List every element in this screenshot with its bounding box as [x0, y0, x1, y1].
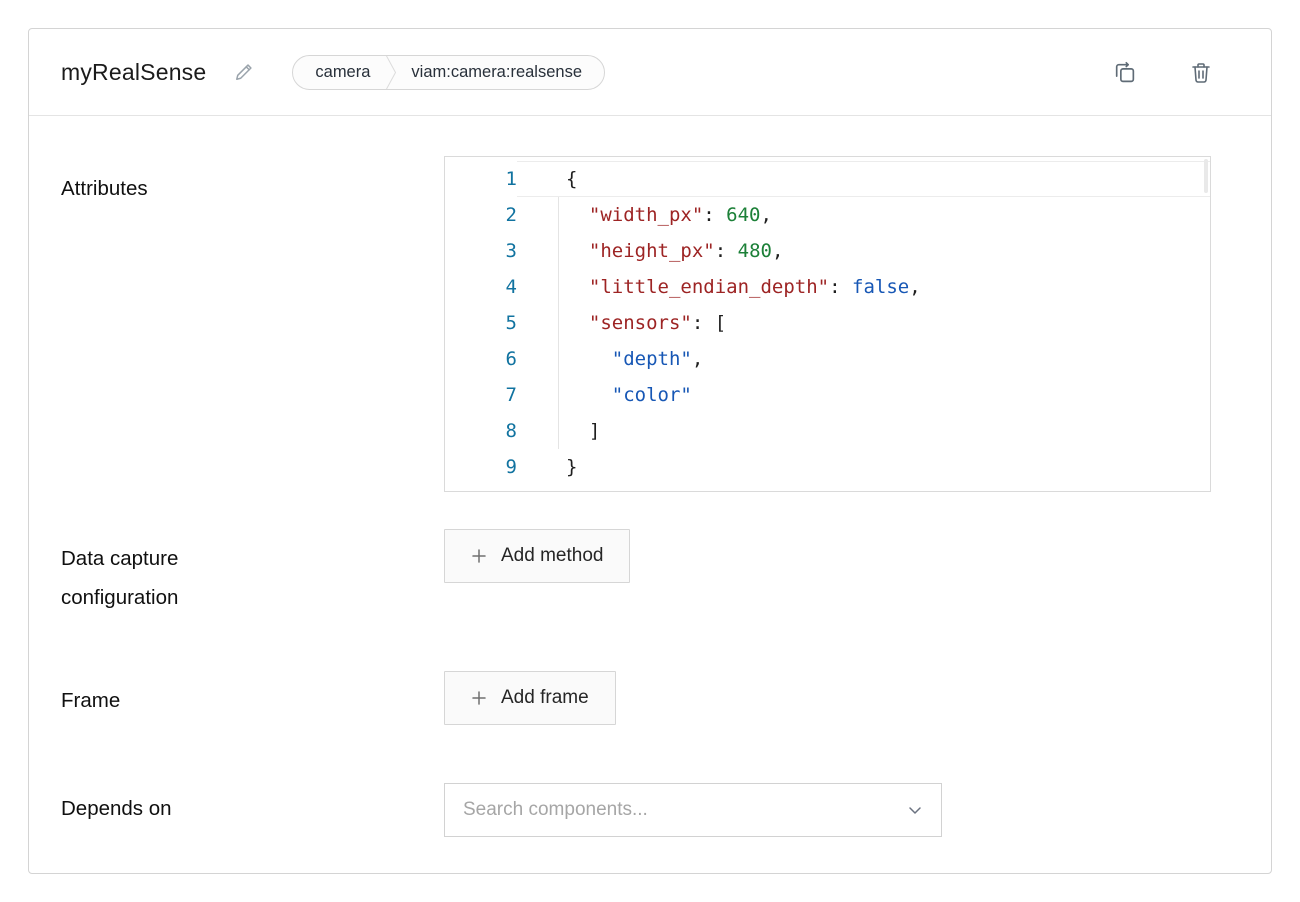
code-line[interactable]: 4 "little_endian_depth": false,: [445, 269, 1210, 305]
chevron-right-icon: [385, 55, 397, 90]
line-number: 3: [445, 233, 517, 269]
depends-on-row: Depends on: [29, 783, 1271, 837]
line-number: 6: [445, 341, 517, 377]
depends-on-label: Depends on: [61, 783, 444, 828]
frame-label: Frame: [61, 671, 444, 720]
data-capture-label: Data capture configuration: [61, 529, 281, 617]
component-type-badge: camera viam:camera:realsense: [292, 55, 605, 90]
component-header: myRealSense camera viam:camera:realsense: [29, 29, 1271, 116]
component-name: myRealSense: [61, 59, 206, 86]
search-components-input[interactable]: [463, 799, 907, 821]
trash-icon: [1189, 60, 1213, 84]
chevron-down-icon: [907, 802, 923, 818]
rename-button[interactable]: [234, 62, 254, 82]
code-line-content: "sensors": [: [517, 305, 1210, 341]
add-method-button[interactable]: Add method: [444, 529, 630, 583]
code-line[interactable]: 9}: [445, 449, 1210, 485]
delete-button[interactable]: [1189, 60, 1213, 84]
pencil-icon: [234, 62, 254, 82]
line-number: 4: [445, 269, 517, 305]
line-number: 8: [445, 413, 517, 449]
code-line[interactable]: 8 ]: [445, 413, 1210, 449]
duplicate-icon: [1112, 60, 1137, 85]
code-lines: 1{2 "width_px": 640,3 "height_px": 480,4…: [445, 161, 1210, 485]
component-type: camera: [293, 63, 385, 82]
component-card: myRealSense camera viam:camera:realsense: [28, 28, 1272, 874]
editor-scrollbar[interactable]: [1204, 159, 1208, 193]
code-line[interactable]: 2 "width_px": 640,: [445, 197, 1210, 233]
code-line-content: "width_px": 640,: [517, 197, 1210, 233]
plus-icon: [471, 548, 487, 564]
code-line[interactable]: 5 "sensors": [: [445, 305, 1210, 341]
frame-row: Frame Add frame: [29, 671, 1271, 725]
add-frame-label: Add frame: [501, 687, 589, 709]
code-line-content: {: [517, 161, 1210, 197]
add-method-label: Add method: [501, 545, 603, 567]
code-line-content: ]: [517, 413, 1210, 449]
line-number: 9: [445, 449, 517, 485]
add-frame-button[interactable]: Add frame: [444, 671, 616, 725]
component-body: Attributes 1{2 "width_px": 640,3 "height…: [29, 156, 1271, 837]
attributes-json-editor[interactable]: 1{2 "width_px": 640,3 "height_px": 480,4…: [444, 156, 1211, 492]
header-actions: [1112, 60, 1213, 85]
line-number: 7: [445, 377, 517, 413]
code-line[interactable]: 6 "depth",: [445, 341, 1210, 377]
plus-icon: [471, 690, 487, 706]
code-line[interactable]: 7 "color": [445, 377, 1210, 413]
attributes-label: Attributes: [61, 156, 444, 208]
code-line-content: "little_endian_depth": false,: [517, 269, 1210, 305]
attributes-row: Attributes 1{2 "width_px": 640,3 "height…: [29, 156, 1271, 492]
data-capture-row: Data capture configuration Add method: [29, 529, 1271, 617]
code-line-content: "height_px": 480,: [517, 233, 1210, 269]
code-line-content: "depth",: [517, 341, 1210, 377]
code-line[interactable]: 1{: [445, 161, 1210, 197]
line-number: 1: [445, 161, 517, 197]
depends-on-select[interactable]: [444, 783, 942, 837]
duplicate-button[interactable]: [1112, 60, 1137, 85]
code-line[interactable]: 3 "height_px": 480,: [445, 233, 1210, 269]
line-number: 2: [445, 197, 517, 233]
line-number: 5: [445, 305, 517, 341]
code-line-content: }: [517, 449, 1210, 485]
code-line-content: "color": [517, 377, 1210, 413]
component-model: viam:camera:realsense: [397, 63, 604, 82]
